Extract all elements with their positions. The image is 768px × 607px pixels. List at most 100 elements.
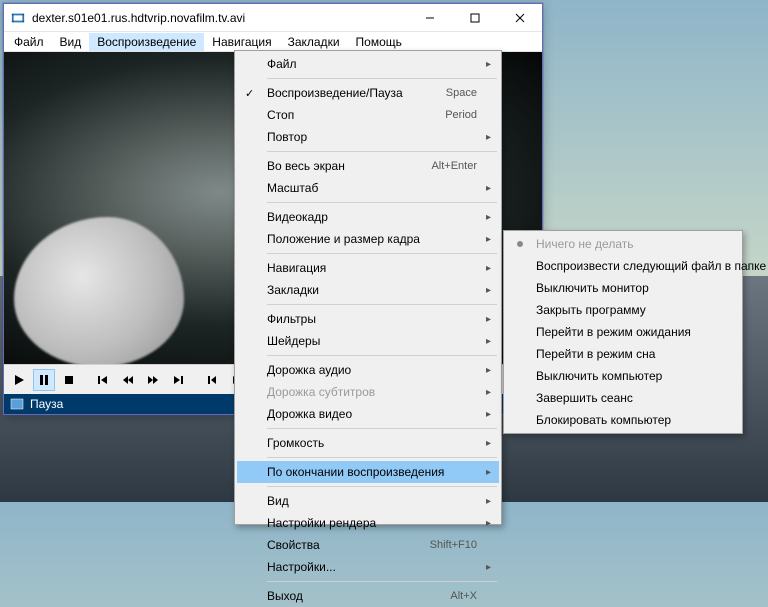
submenu-item-label: Блокировать компьютер	[536, 413, 671, 427]
stop-button[interactable]	[58, 369, 80, 391]
menu-item-label: Видеокадр	[267, 210, 328, 224]
menu-закладки[interactable]: Закладки	[280, 33, 348, 51]
menu-item-label: Навигация	[267, 261, 326, 275]
window-controls	[407, 4, 542, 32]
submenu-item[interactable]: Перейти в режим ожидания	[506, 321, 740, 343]
menu-separator	[267, 428, 497, 429]
pause-button[interactable]	[33, 369, 55, 391]
menu-shortcut: Space	[446, 87, 477, 99]
menu-separator	[267, 151, 497, 152]
menu-item[interactable]: СвойстваShift+F10	[237, 534, 499, 556]
submenu-item-label: Ничего не делать	[536, 237, 634, 251]
status-label: Пауза	[30, 397, 63, 411]
menu-item[interactable]: Выход Alt+X	[237, 585, 499, 607]
menu-item-label: Во весь экран	[267, 159, 345, 173]
menu-item[interactable]: Повтор▸	[237, 126, 499, 148]
menu-item[interactable]: Навигация ▸	[237, 257, 499, 279]
menu-файл[interactable]: Файл	[6, 33, 52, 51]
menu-item-label: Положение и размер кадра	[267, 232, 420, 246]
submenu-item-label: Закрыть программу	[536, 303, 646, 317]
menu-item[interactable]: Громкость▸	[237, 432, 499, 454]
menu-item[interactable]: Стоп Period	[237, 104, 499, 126]
menu-item-label: Воспроизведение/Пауза	[267, 86, 403, 100]
submenu-item[interactable]: Выключить компьютер	[506, 365, 740, 387]
chevron-right-icon: ▸	[486, 263, 491, 274]
menu-item[interactable]: Настройки рендера▸	[237, 512, 499, 534]
submenu-item[interactable]: Завершить сеанс	[506, 387, 740, 409]
menu-item-label: Дорожка видео	[267, 407, 352, 421]
submenu-item-label: Перейти в режим ожидания	[536, 325, 691, 339]
menu-item[interactable]: Дорожка аудио▸	[237, 359, 499, 381]
status-icon	[10, 397, 24, 411]
menu-item-label: Настройки рендера	[267, 516, 376, 530]
menu-item-label: Фильтры	[267, 312, 316, 326]
submenu-item[interactable]: Блокировать компьютер	[506, 409, 740, 431]
chevron-right-icon: ▸	[486, 467, 491, 478]
menu-item-label: Файл	[267, 57, 297, 71]
close-button[interactable]	[497, 4, 542, 32]
titlebar[interactable]: dexter.s01e01.rus.hdtvrip.novafilm.tv.av…	[4, 4, 542, 32]
menu-item[interactable]: Положение и размер кадра▸	[237, 228, 499, 250]
submenu-item-label: Выключить монитор	[536, 281, 649, 295]
app-icon	[10, 10, 26, 26]
maximize-button[interactable]	[452, 4, 497, 32]
chevron-right-icon: ▸	[486, 59, 491, 70]
menu-воспроизведение[interactable]: Воспроизведение	[89, 33, 204, 51]
menu-shortcut: Alt+X	[450, 590, 477, 602]
menu-shortcut: Shift+F10	[430, 539, 477, 551]
menu-item[interactable]: Фильтры ▸	[237, 308, 499, 330]
submenu-item[interactable]: Перейти в режим сна	[506, 343, 740, 365]
menu-separator	[267, 581, 497, 582]
skip-forward-button[interactable]	[167, 369, 189, 391]
menu-item[interactable]: Файл ▸	[237, 53, 499, 75]
menu-item-label: По окончании воспроизведения	[267, 465, 444, 479]
play-button[interactable]	[8, 369, 30, 391]
menu-shortcut: Period	[445, 109, 477, 121]
playback-menu-dropdown: Файл ▸ ✓ Воспроизведение/Пауза Space Стоп Peri…	[234, 50, 502, 525]
menubar: ФайлВидВоспроизведениеНавигацияЗакладкиП…	[4, 32, 542, 52]
menu-item-label: Дорожка субтитров	[267, 385, 375, 399]
submenu-item[interactable]: Воспроизвести следующий файл в папке	[506, 255, 740, 277]
menu-item[interactable]: Во весь экранAlt+Enter	[237, 155, 499, 177]
chevron-right-icon: ▸	[486, 212, 491, 223]
menu-separator	[267, 78, 497, 79]
minimize-button[interactable]	[407, 4, 452, 32]
submenu-item[interactable]: Выключить монитор	[506, 277, 740, 299]
menu-item-label: Закладки	[267, 283, 319, 297]
skip-back-button[interactable]	[92, 369, 114, 391]
submenu-item-label: Воспроизвести следующий файл в папке	[536, 259, 766, 273]
menu-item[interactable]: ✓ Воспроизведение/Пауза Space	[237, 82, 499, 104]
menu-item-label: Настройки...	[267, 560, 336, 574]
forward-button[interactable]	[142, 369, 164, 391]
check-icon: ✓	[245, 87, 254, 100]
chevron-right-icon: ▸	[486, 336, 491, 347]
menu-separator	[267, 457, 497, 458]
menu-item[interactable]: Настройки... ▸	[237, 556, 499, 578]
step-back-button[interactable]	[201, 369, 223, 391]
submenu-item-label: Выключить компьютер	[536, 369, 662, 383]
rewind-button[interactable]	[117, 369, 139, 391]
menu-item-label: Шейдеры	[267, 334, 320, 348]
menu-item-label: Стоп	[267, 108, 294, 122]
menu-навигация[interactable]: Навигация	[204, 33, 279, 51]
menu-item[interactable]: Закладки▸	[237, 279, 499, 301]
menu-помощь[interactable]: Помощь	[348, 33, 410, 51]
menu-item[interactable]: Масштаб▸	[237, 177, 499, 199]
menu-item: Дорожка субтитров▸	[237, 381, 499, 403]
menu-item[interactable]: Вид ▸	[237, 490, 499, 512]
menu-separator	[267, 355, 497, 356]
submenu-item[interactable]: Закрыть программу	[506, 299, 740, 321]
after-playback-submenu: Ничего не делать Воспроизвести следующий …	[503, 230, 743, 434]
menu-item[interactable]: Шейдеры ▸	[237, 330, 499, 352]
menu-item-label: Повтор	[267, 130, 307, 144]
chevron-right-icon: ▸	[486, 496, 491, 507]
chevron-right-icon: ▸	[486, 562, 491, 573]
menu-вид[interactable]: Вид	[52, 33, 90, 51]
submenu-item: Ничего не делать	[506, 233, 740, 255]
menu-item[interactable]: По окончании воспроизведения ▸	[237, 461, 499, 483]
menu-item-label: Вид	[267, 494, 289, 508]
menu-item[interactable]: Дорожка видео▸	[237, 403, 499, 425]
menu-item[interactable]: Видеокадр ▸	[237, 206, 499, 228]
menu-item-label: Выход	[267, 589, 303, 603]
chevron-right-icon: ▸	[486, 314, 491, 325]
